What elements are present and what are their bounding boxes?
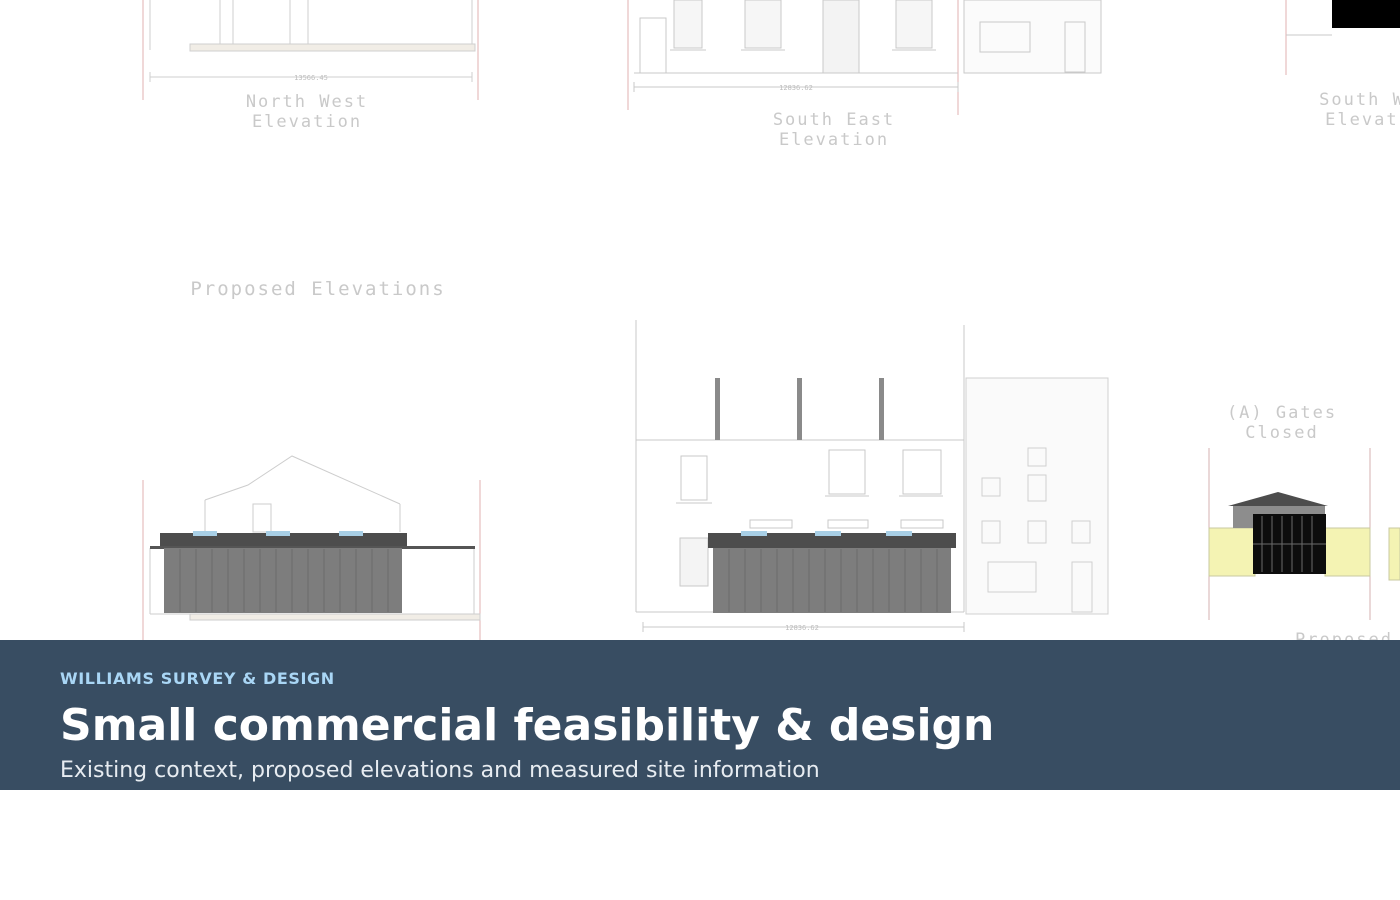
page-title: Small commercial feasibility & design [60, 700, 995, 751]
south-west-label-line1: South W [1319, 90, 1400, 110]
north-west-proposed-elevation [142, 455, 481, 640]
nw-dimension: 13566.45 [294, 74, 328, 82]
north-west-label-line2: Elevation [252, 112, 362, 132]
south-east-proposed-elevation [635, 320, 1109, 632]
north-west-existing-elevation [142, 0, 479, 100]
page-subtitle: Existing context, proposed elevations an… [60, 758, 820, 783]
title-banner: WILLIAMS SURVEY & DESIGN Small commercia… [0, 640, 1400, 790]
nw-rooflight [266, 531, 290, 536]
elevation-sheet: 13566.45 North West Elevation 12836.62 S… [142, 0, 1400, 640]
nw-proposed-cladding [164, 548, 402, 613]
south-west-existing-elevation [1285, 0, 1400, 75]
proposed-cut-label: Proposed [1295, 630, 1393, 640]
se-dimension: 12836.62 [779, 84, 813, 92]
nw-rooflight [193, 531, 217, 536]
gates-label-line1: (A) Gates [1227, 403, 1337, 423]
page-footer-space [0, 790, 1400, 900]
se-proposed-dimension: 12836.62 [785, 624, 819, 632]
proposed-elevations-heading: Proposed Elevations [190, 278, 445, 300]
gates-label-line2: Closed [1245, 423, 1318, 443]
se-proposed-cladding [713, 548, 951, 613]
north-west-label-line1: North West [246, 92, 368, 112]
architectural-drawing: 13566.45 North West Elevation 12836.62 S… [0, 0, 1400, 640]
south-east-label-line1: South East [773, 110, 895, 130]
se-rooflight [886, 531, 912, 536]
south-east-label-line2: Elevation [779, 130, 889, 150]
nw-rooflight [339, 531, 363, 536]
company-name: WILLIAMS SURVEY & DESIGN [60, 669, 335, 688]
se-rooflight [815, 531, 841, 536]
south-west-label-line2: Elevati [1325, 110, 1400, 130]
gates-closed-elevation [1208, 448, 1400, 620]
south-east-existing-elevation [627, 0, 1102, 115]
se-rooflight [741, 531, 767, 536]
